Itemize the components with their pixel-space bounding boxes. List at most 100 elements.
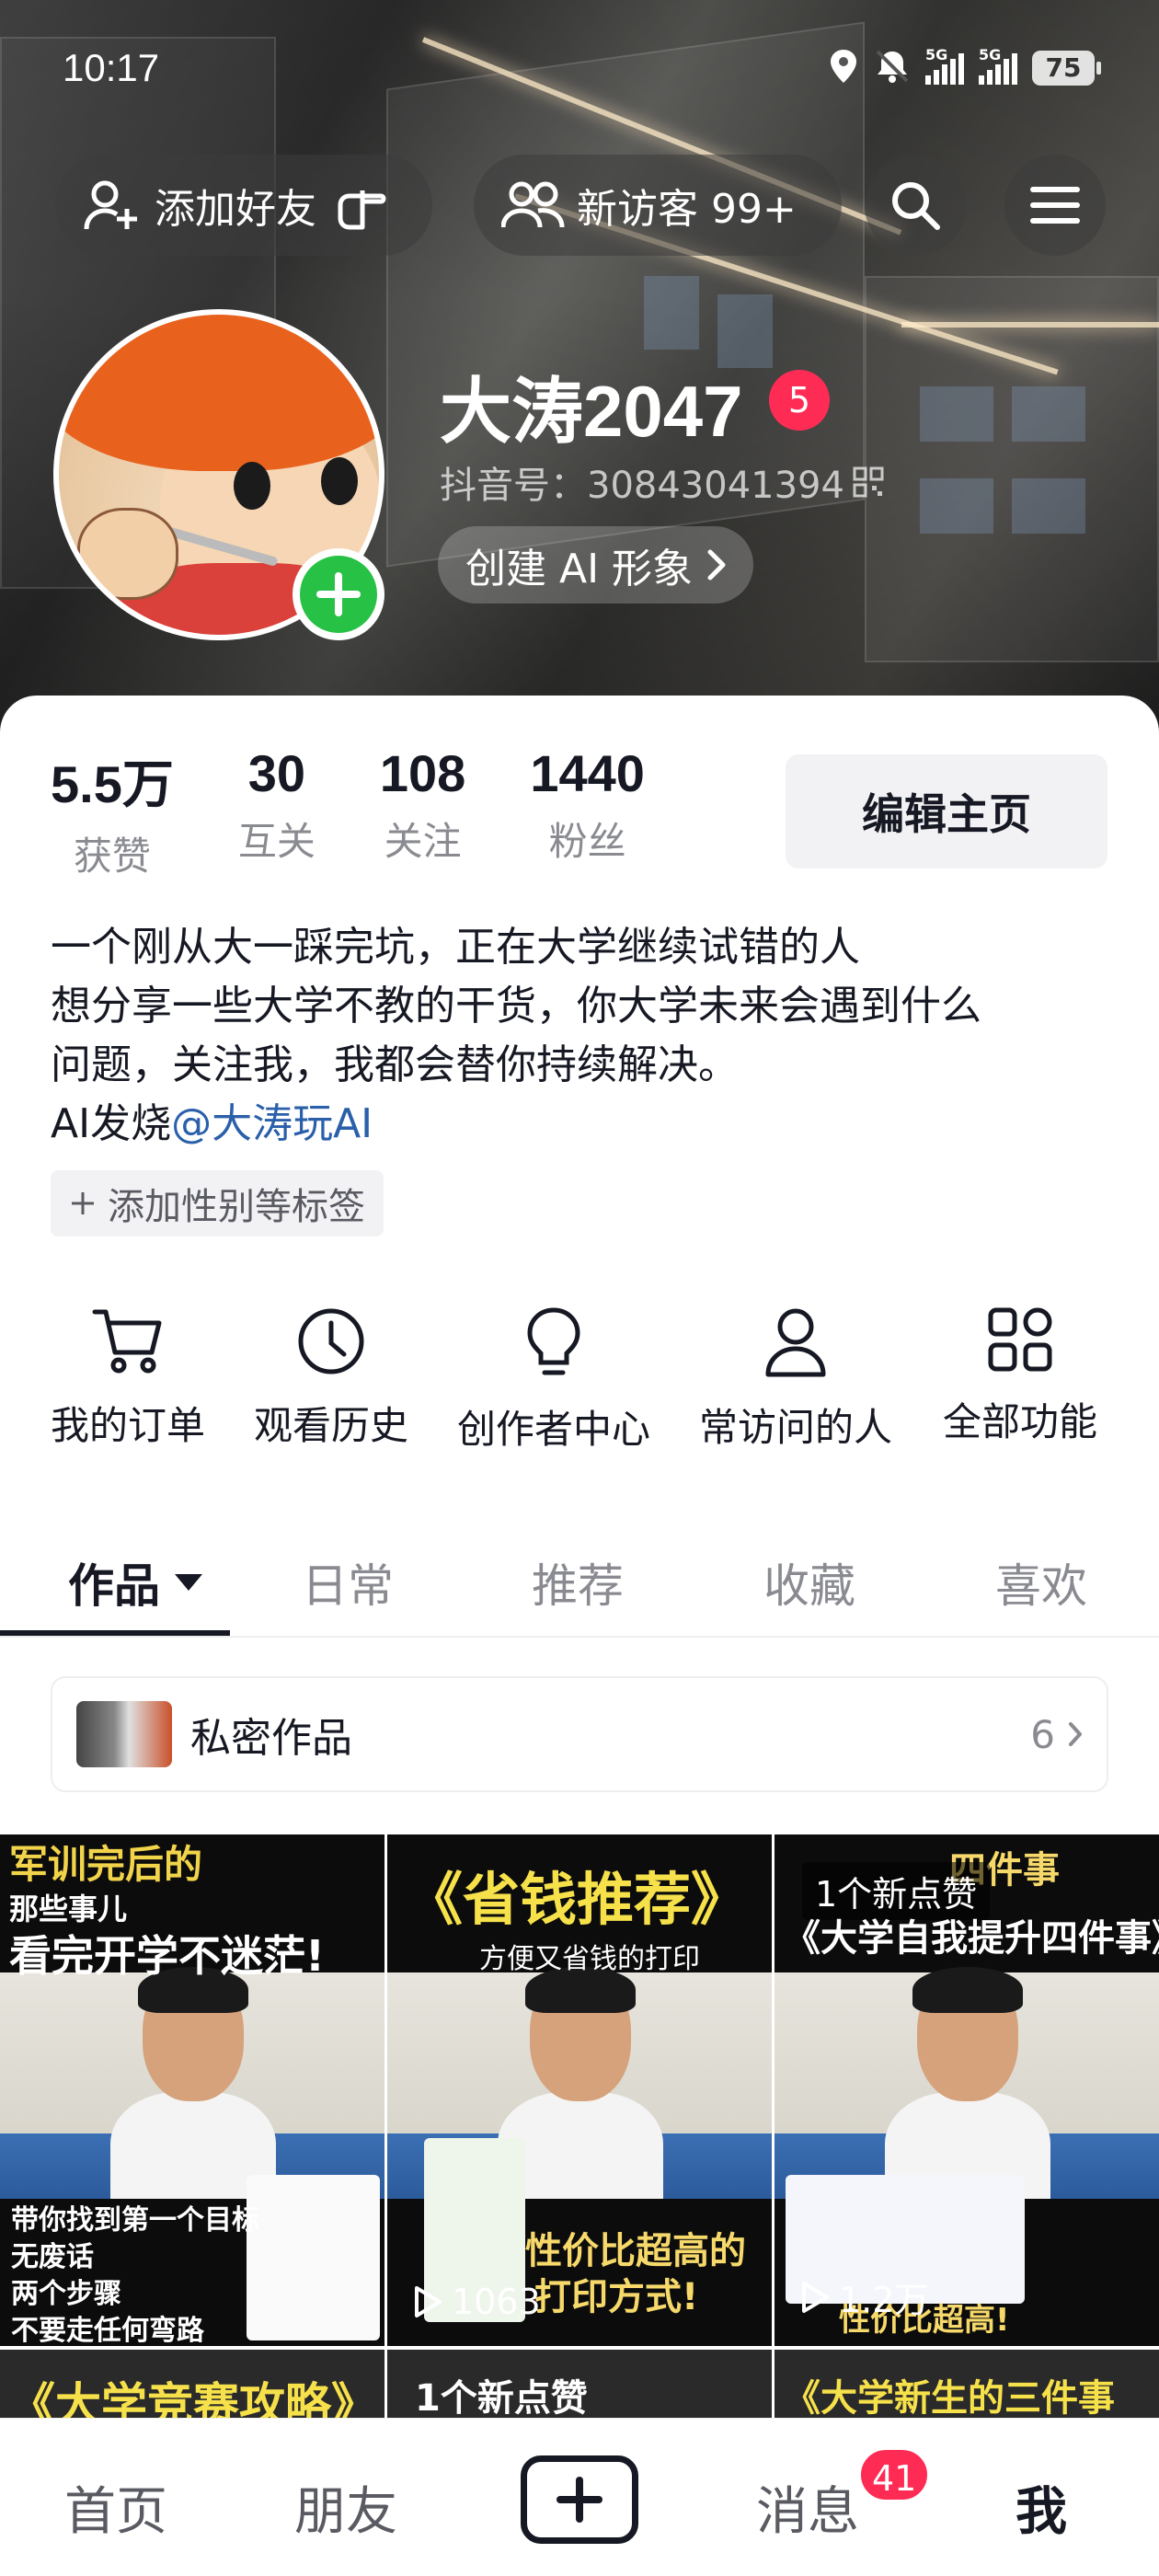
nav-messages[interactable]: 消息: [756, 2470, 859, 2545]
level-badge[interactable]: 5: [769, 370, 830, 431]
edit-profile-button[interactable]: 编辑主页: [786, 754, 1107, 868]
stat-label: 粉丝: [548, 819, 626, 864]
bio-line: 想分享一些大学不教的干货，你大学未来会遇到什么: [51, 983, 981, 1029]
quick-action-label: 观看历史: [254, 1403, 409, 1448]
video-title: 《大学新生的三件事: [784, 2377, 1115, 2420]
add-friend-button[interactable]: 添加好友: [55, 155, 432, 256]
play-icon: [802, 2281, 829, 2313]
new-visitors-button[interactable]: 新访客 99+: [474, 155, 842, 256]
play-icon: [415, 2286, 442, 2317]
private-works-count-value: 6: [1030, 1711, 1055, 1757]
new-like-badge: 1个新点赞: [415, 2377, 588, 2420]
video-thumbnail[interactable]: 《大学竞赛攻略》: [0, 2350, 384, 2423]
create-ai-avatar-button[interactable]: 创建 AI 形象: [438, 526, 754, 604]
hamburger-menu-icon: [1030, 187, 1080, 224]
quick-action-frequent-visitors[interactable]: 常访问的人: [699, 1306, 892, 1453]
stat-followers[interactable]: 1440 粉丝: [530, 743, 645, 881]
create-post-button[interactable]: [521, 2455, 638, 2544]
view-count: 1.2万: [800, 2271, 929, 2322]
add-tag-button[interactable]: 添加性别等标签: [51, 1170, 384, 1236]
grid-icon: [988, 1307, 1052, 1372]
quick-action-history[interactable]: 观看历史: [254, 1306, 408, 1451]
quick-action-all-features[interactable]: 全部功能: [943, 1306, 1097, 1447]
person-icon: [765, 1308, 826, 1377]
tab-recommended[interactable]: 推荐: [532, 1549, 624, 1616]
tab-likes[interactable]: 喜欢: [995, 1549, 1087, 1616]
video-title: 看完开学不迷茫!: [9, 1931, 325, 1981]
douyin-id[interactable]: 抖音号：30843041394: [440, 455, 885, 509]
nav-home[interactable]: 首页: [64, 2470, 167, 2545]
stats-row: 5.5万 获赞 30 互关 108 关注 1440 粉丝: [51, 743, 709, 881]
private-works-thumbnail: [76, 1701, 172, 1767]
stat-label: 关注: [384, 819, 462, 864]
signal-icon: 5G: [925, 46, 964, 85]
quick-action-label: 创作者中心: [457, 1407, 651, 1452]
stat-likes[interactable]: 5.5万 获赞: [51, 743, 174, 881]
bio-line: AI发烧@大涛玩AI: [51, 1095, 1118, 1154]
bulb-icon: [527, 1307, 580, 1375]
quick-action-creator-center[interactable]: 创作者中心: [457, 1306, 650, 1455]
signal-icon-2: 5G: [979, 46, 1017, 85]
cart-icon: [92, 1309, 162, 1374]
users-icon: [501, 181, 565, 228]
video-caption: 带你找到第一个目标 无废话 两个步骤 不要走任何弯路: [11, 2204, 259, 2346]
stat-mutual[interactable]: 30 互关: [238, 743, 316, 881]
hand-point-icon: [331, 178, 396, 233]
bio: 一个刚从大一踩完坑，正在大学继续试错的人 想分享一些大学不教的干货，你大学未来会…: [51, 918, 1118, 1154]
private-works-row[interactable]: 私密作品 6: [51, 1676, 1108, 1792]
status-time: 10:17: [63, 46, 160, 89]
add-tag-label: 添加性别等标签: [108, 1186, 365, 1228]
mute-bell-icon: [874, 48, 911, 88]
new-visitors-label: 新访客 99+: [577, 186, 797, 233]
view-count: 1063: [413, 2282, 541, 2322]
location-icon: [828, 48, 859, 88]
tab-daily[interactable]: 日常: [302, 1549, 394, 1616]
video-caption: 打印方式!: [534, 2276, 699, 2318]
stat-value: 30: [247, 744, 306, 802]
create-ai-label: 创建 AI 形象: [465, 546, 694, 592]
mention-link[interactable]: @大涛玩AI: [171, 1100, 373, 1147]
video-thumbnail[interactable]: 军训完后的 那些事儿 看完开学不迷茫! 带你找到第一个目标 无废话 两个步骤 不…: [0, 1834, 384, 2346]
quick-action-label: 我的订单: [51, 1403, 206, 1448]
add-user-icon: [84, 180, 137, 230]
video-subtitle: 方便又省钱的打印: [479, 1943, 700, 1975]
quick-action-orders[interactable]: 我的订单: [51, 1306, 205, 1451]
video-thumbnail[interactable]: 《省钱推荐》 方便又省钱的打印 性价比超高的 打印方式! 1063: [387, 1834, 772, 2346]
quick-action-label: 全部功能: [943, 1399, 1098, 1444]
tab-favorites[interactable]: 收藏: [763, 1549, 855, 1616]
douyin-id-text: 抖音号：30843041394: [440, 465, 844, 507]
nav-me[interactable]: 我: [1016, 2470, 1067, 2545]
video-thumbnail[interactable]: 1个新点赞: [387, 2350, 772, 2423]
chevron-right-icon: [707, 549, 726, 581]
bottom-nav: 首页 朋友 消息 41 我: [0, 2418, 1159, 2576]
status-bar: 10:17 5G 5G 75: [0, 37, 1159, 110]
profile-name: 大涛2047: [440, 371, 743, 452]
plus-icon: [316, 572, 361, 616]
plus-icon: [72, 1192, 94, 1214]
active-tab-indicator: [0, 1630, 230, 1636]
plus-icon: [557, 2477, 602, 2523]
tab-label: 作品: [68, 1559, 160, 1613]
clock-icon: [298, 1308, 364, 1374]
add-story-button[interactable]: [293, 548, 384, 640]
caret-down-icon: [175, 1574, 202, 1591]
chevron-right-icon: [1069, 1722, 1082, 1746]
content-tabs: 作品 日常 推荐 收藏 喜欢: [0, 1527, 1159, 1638]
battery-icon: 75: [1032, 51, 1101, 86]
search-button[interactable]: [865, 155, 966, 256]
stat-label: 互关: [237, 819, 316, 864]
qr-code-icon: [853, 466, 884, 498]
nav-friends[interactable]: 朋友: [294, 2470, 397, 2545]
bio-line: 一个刚从大一踩完坑，正在大学继续试错的人: [51, 924, 860, 971]
video-thumbnail[interactable]: 《大学新生的三件事: [775, 2350, 1159, 2423]
tab-works[interactable]: 作品: [68, 1549, 204, 1616]
bio-line: 问题，关注我，我都会替你持续解决。: [51, 1041, 739, 1088]
video-title: 《省钱推荐》: [406, 1866, 749, 1933]
stat-following[interactable]: 108 关注: [380, 743, 465, 881]
video-thumbnail[interactable]: 四件事 1个新点赞 《大学自我提升四件事》 性价比超高! 1.2万: [775, 1834, 1159, 2346]
private-works-count: 6: [1030, 1712, 1083, 1757]
menu-button[interactable]: [1004, 155, 1106, 256]
stat-value: 108: [379, 744, 466, 802]
stat-label: 获赞: [73, 834, 151, 879]
private-works-label: 私密作品: [190, 1715, 352, 1762]
